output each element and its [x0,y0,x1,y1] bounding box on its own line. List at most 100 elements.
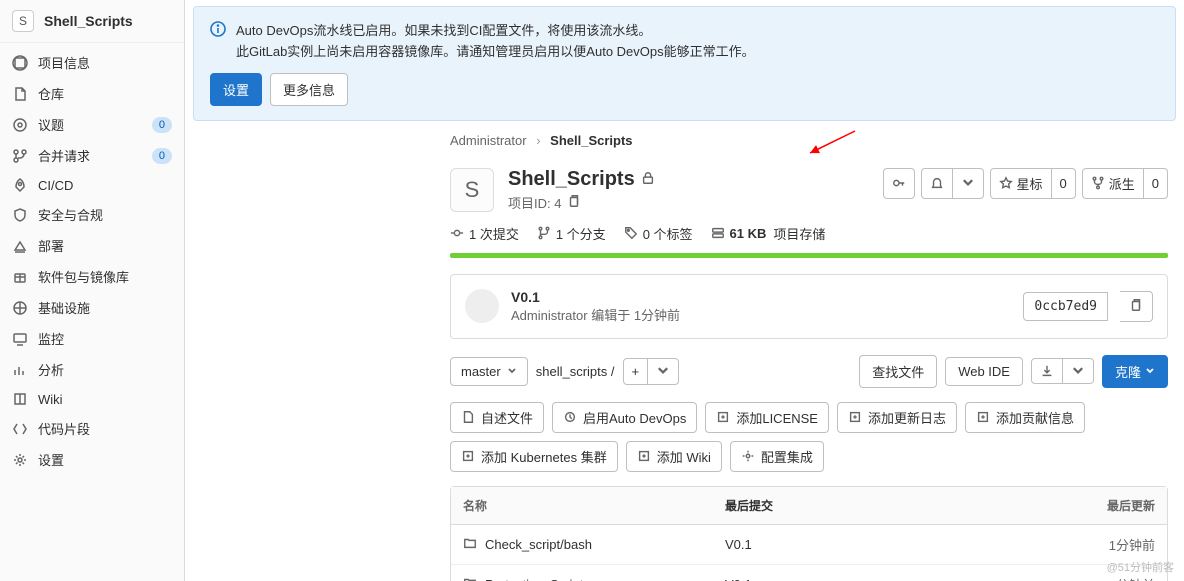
star-count: 0 [1052,168,1076,199]
add-file-button[interactable]: + [623,358,649,385]
file-name[interactable]: Protective_Script [485,577,583,581]
branch-select[interactable]: master [450,357,528,386]
th-name: 名称 [463,497,725,514]
file-name[interactable]: Check_script/bash [485,537,592,552]
quick-action-chip[interactable]: 启用Auto DevOps [552,402,697,433]
web-ide-button[interactable]: Web IDE [945,357,1023,386]
table-row[interactable]: Check_script/bash V0.11分钟前 [451,525,1167,565]
sidebar-item-label: 部署 [38,236,172,255]
monitor-icon [12,331,28,347]
star-button[interactable]: 星标 [990,168,1052,199]
fork-count: 0 [1144,168,1168,199]
stat-branches[interactable]: 1 个分支 [537,224,606,243]
banner-more-info-button[interactable]: 更多信息 [270,73,348,106]
quick-action-chip[interactable]: 添加更新日志 [837,402,957,433]
commit-sha[interactable]: 0ccb7ed9 [1023,292,1108,321]
shield-icon [12,207,28,223]
info-icon [210,21,226,63]
doc-icon [12,86,28,102]
breadcrumb: Administrator › Shell_Scripts [450,133,1168,148]
sidebar-item-deploy[interactable]: 部署 [0,230,184,261]
ssh-key-button[interactable] [883,168,915,199]
sidebar-item-label: CI/CD [38,178,172,193]
sidebar-item-package[interactable]: 软件包与镜像库 [0,261,184,292]
project-avatar-large: S [450,168,494,212]
sidebar-item-rocket[interactable]: CI/CD [0,171,184,199]
clone-button[interactable]: 克隆 [1102,355,1168,388]
sidebar-badge: 0 [152,117,172,133]
project-id: 项目ID: 4 [508,193,561,212]
sidebar: S Shell_Scripts 项目信息仓库议题0 合并请求 0 CI/CD 安全与合规… [0,0,185,581]
sidebar-item-issues[interactable]: 议题0 [0,109,184,140]
stat-storage[interactable]: 61 KB 项目存储 [711,224,826,243]
file-updated: 1分钟前 [1065,575,1155,581]
language-bar [450,253,1168,258]
stat-tags[interactable]: 0 个标签 [624,224,693,243]
commit-author-avatar [465,289,499,323]
download-button[interactable] [1031,358,1063,384]
quick-action-chip[interactable]: 添加LICENSE [705,402,829,433]
download-dropdown[interactable] [1063,358,1094,384]
sidebar-item-label: Wiki [38,392,172,407]
file-commit-msg[interactable]: V0.1 [725,577,1065,581]
sidebar-item-infra[interactable]: 基础设施 [0,292,184,323]
watermark: @51分钟前客 [1107,559,1174,575]
deploy-icon [12,238,28,254]
page-title: Shell_Scripts [508,168,655,191]
breadcrumb-root[interactable]: Administrator [450,133,527,148]
commit-author[interactable]: Administrator [511,308,588,323]
last-commit-box: V0.1 Administrator 编辑于 1分钟前 0ccb7ed9 [450,274,1168,339]
auto-devops-banner: Auto DevOps流水线已启用。如果未找到CI配置文件，将使用该流水线。 此… [193,6,1176,121]
file-commit-msg[interactable]: V0.1 [725,537,1065,552]
sidebar-item-settings[interactable]: 设置 [0,444,184,475]
package-icon [12,269,28,285]
notification-button[interactable] [921,168,953,199]
file-updated: 1分钟前 [1065,535,1155,554]
stat-commits[interactable]: 1 次提交 [450,224,519,243]
commit-title[interactable]: V0.1 [511,289,1011,305]
quick-action-chip[interactable]: 添加贡献信息 [965,402,1085,433]
sidebar-item-shield[interactable]: 安全与合规 [0,199,184,230]
th-commit: 最后提交 [725,497,1065,514]
add-file-dropdown[interactable] [648,358,679,385]
project-name: Shell_Scripts [44,13,133,29]
settings-icon [12,452,28,468]
lock-icon [641,168,655,191]
sidebar-item-label: 合并请求 [38,146,142,165]
quick-action-chip[interactable]: 添加 Kubernetes 集群 [450,441,618,472]
sidebar-item-wiki[interactable]: Wiki [0,385,184,413]
project-avatar: S [12,10,34,32]
folder-icon [463,576,477,581]
issues-icon [12,117,28,133]
breadcrumb-project[interactable]: Shell_Scripts [550,133,632,148]
find-file-button[interactable]: 查找文件 [859,355,937,388]
repo-path[interactable]: shell_scripts / [536,364,615,379]
sidebar-item-monitor[interactable]: 监控 [0,323,184,354]
sidebar-item-info[interactable]: 项目信息 [0,47,184,78]
table-row[interactable]: Protective_Script V0.11分钟前 [451,565,1167,581]
sidebar-project-header[interactable]: S Shell_Scripts [0,0,184,43]
quick-action-chip[interactable]: 自述文件 [450,402,544,433]
notification-dropdown[interactable] [953,168,984,199]
th-updated: 最后更新 [1065,497,1155,514]
sidebar-item-merge[interactable]: 合并请求 0 [0,140,184,171]
sidebar-item-label: 软件包与镜像库 [38,267,172,286]
quick-action-chip[interactable]: 配置集成 [730,441,824,472]
infra-icon [12,300,28,316]
copy-id-icon[interactable] [567,194,581,211]
sidebar-item-label: 分析 [38,360,172,379]
info-icon [12,55,28,71]
sidebar-item-label: 仓库 [38,84,172,103]
sidebar-item-doc[interactable]: 仓库 [0,78,184,109]
sidebar-item-label: 安全与合规 [38,205,172,224]
copy-sha-button[interactable] [1120,291,1153,322]
banner-settings-button[interactable]: 设置 [210,73,262,106]
fork-button[interactable]: 派生 [1082,168,1144,199]
sidebar-badge: 0 [152,148,172,164]
sidebar-item-label: 代码片段 [38,419,172,438]
sidebar-item-snippets[interactable]: 代码片段 [0,413,184,444]
merge-icon [12,148,28,164]
quick-action-chip[interactable]: 添加 Wiki [626,441,722,472]
sidebar-item-label: 基础设施 [38,298,172,317]
sidebar-item-analytics[interactable]: 分析 [0,354,184,385]
